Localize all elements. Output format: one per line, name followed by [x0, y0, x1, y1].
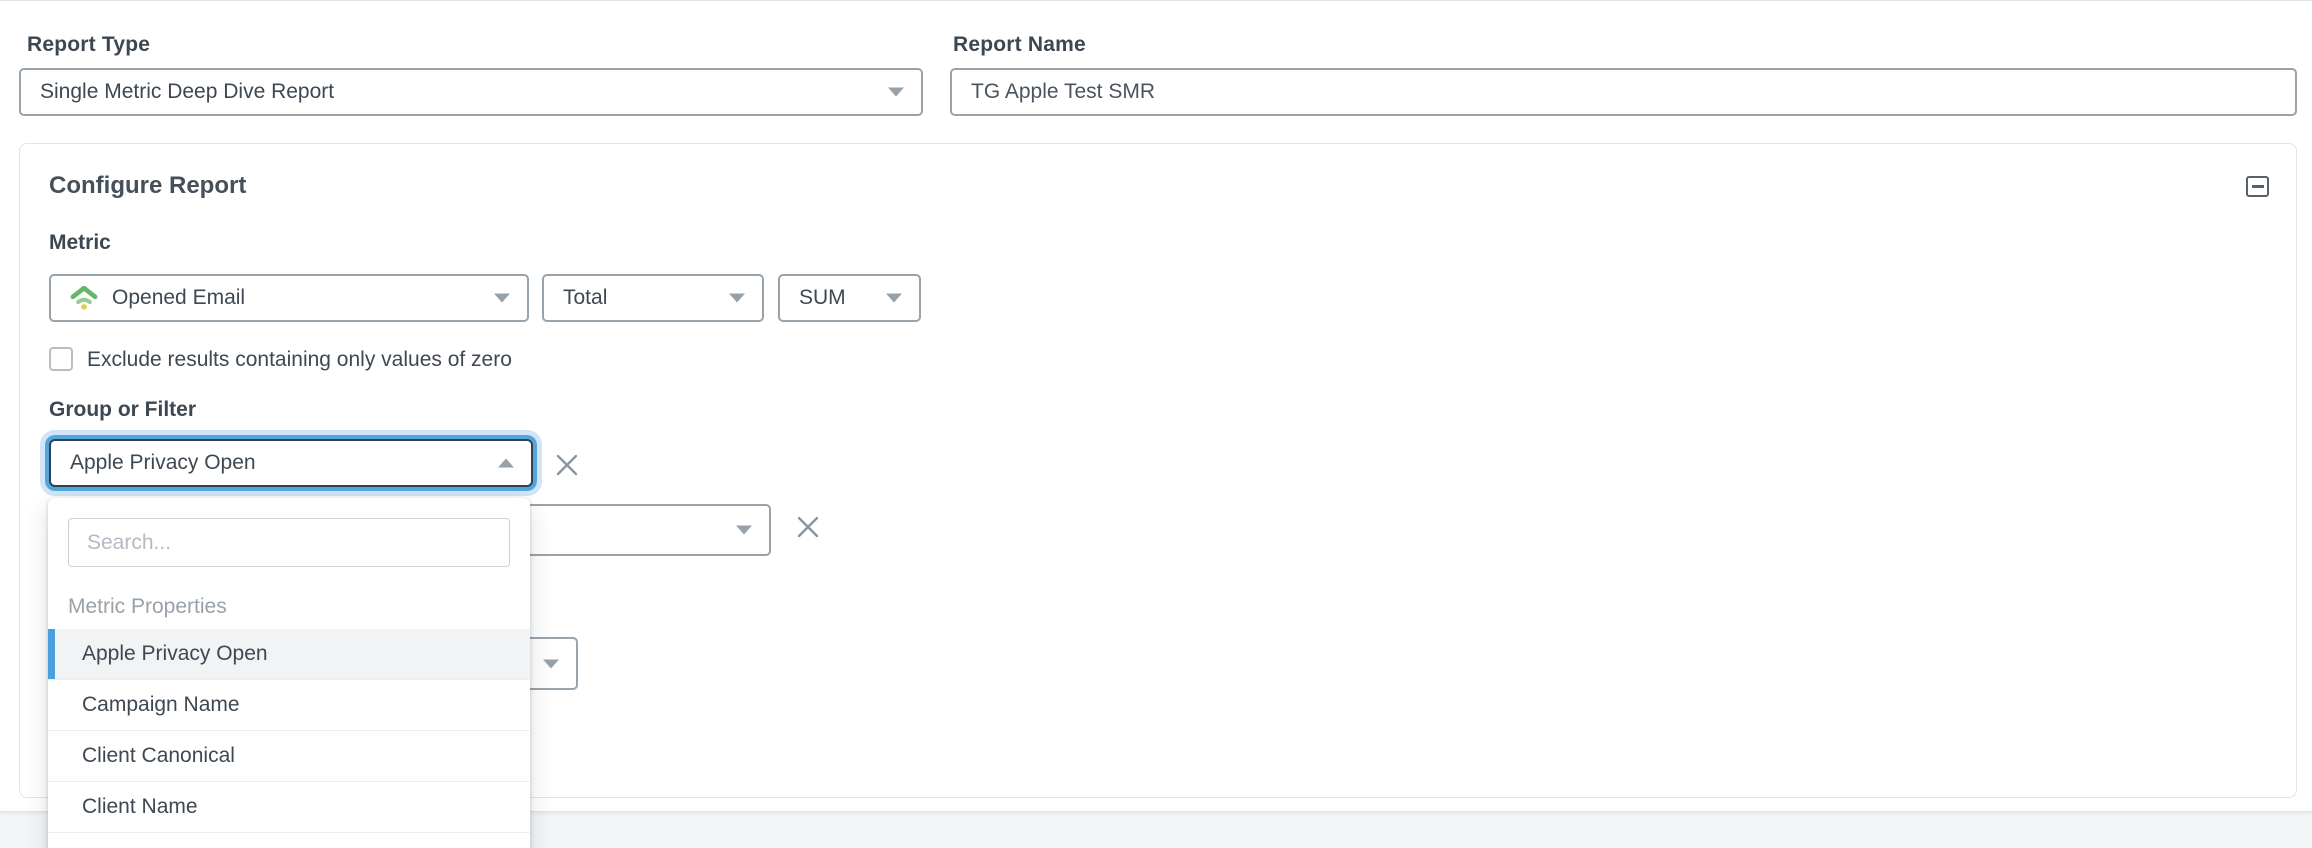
list-item-label: Client Canonical — [82, 744, 235, 768]
report-name-label: Report Name — [953, 33, 1086, 57]
metric-label: Metric — [49, 231, 111, 255]
report-type-select-value: Single Metric Deep Dive Report — [40, 80, 334, 104]
chevron-down-icon — [729, 294, 745, 303]
selected-item-bar — [48, 629, 55, 679]
remove-filter-value-button[interactable] — [794, 513, 822, 541]
chevron-down-icon — [543, 659, 559, 668]
list-item[interactable]: Client Canonical — [48, 731, 530, 782]
x-icon — [795, 514, 821, 540]
chevron-down-icon — [886, 294, 902, 303]
exclude-zero-label: Exclude results containing only values o… — [87, 348, 512, 372]
group-filter-select[interactable]: Apple Privacy Open — [49, 439, 533, 487]
function-select-value: SUM — [799, 286, 846, 310]
list-item-label: Client Name — [82, 795, 198, 819]
chevron-up-icon — [498, 459, 514, 468]
metric-select[interactable]: Opened Email — [49, 274, 529, 322]
list-item[interactable]: Campaign Name — [48, 680, 530, 731]
metric-properties-list: Apple Privacy Open Campaign Name Client … — [48, 629, 530, 848]
metric-select-value: Opened Email — [112, 286, 245, 310]
list-item[interactable]: Client Name — [48, 782, 530, 833]
list-item-label: Campaign Name — [82, 693, 240, 717]
menu-search-input[interactable] — [68, 518, 510, 567]
aggregation-select-value: Total — [563, 286, 607, 310]
remove-group-filter-button[interactable] — [553, 451, 581, 479]
group-filter-dropdown-menu: Metric Properties Apple Privacy Open Cam… — [48, 498, 530, 848]
list-item[interactable]: Apple Privacy Open — [48, 629, 530, 680]
aggregation-select[interactable]: Total — [542, 274, 764, 322]
x-icon — [554, 452, 580, 478]
chevron-down-icon — [888, 88, 904, 97]
group-filter-select-value: Apple Privacy Open — [70, 451, 256, 475]
report-type-label: Report Type — [27, 33, 150, 57]
report-type-select[interactable]: Single Metric Deep Dive Report — [19, 68, 923, 116]
exclude-zero-checkbox[interactable] — [49, 347, 73, 371]
report-builder-page: Report Type Single Metric Deep Dive Repo… — [0, 0, 2312, 848]
minus-icon — [2252, 185, 2264, 188]
group-or-filter-label: Group or Filter — [49, 398, 196, 422]
configure-report-title: Configure Report — [49, 172, 246, 200]
menu-group-label: Metric Properties — [68, 595, 530, 619]
chevron-down-icon — [736, 526, 752, 535]
list-item-label: Apple Privacy Open — [82, 642, 268, 666]
function-select[interactable]: SUM — [778, 274, 921, 322]
opened-email-signal-icon — [70, 286, 98, 310]
list-item-cutoff — [48, 833, 530, 848]
chevron-down-icon — [494, 294, 510, 303]
collapse-panel-button[interactable] — [2246, 176, 2269, 197]
report-name-input[interactable] — [950, 68, 2297, 116]
